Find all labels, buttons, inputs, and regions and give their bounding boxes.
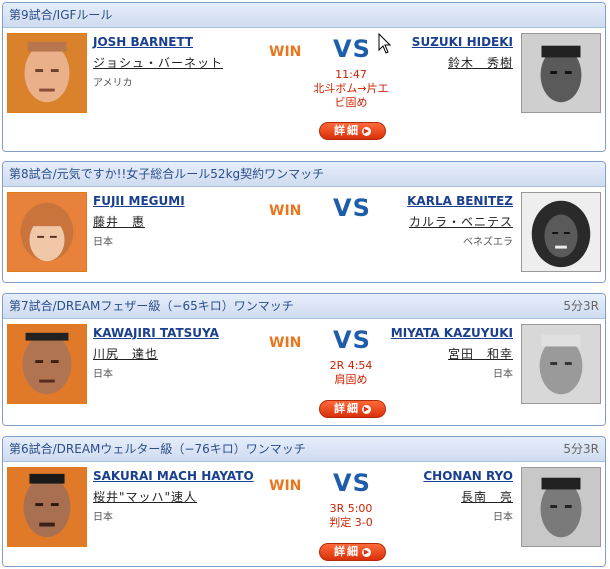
win-badge: WIN (269, 478, 302, 494)
detail-button[interactable]: 詳細 ▶ (319, 400, 386, 418)
fighter-name-en-left[interactable]: KAWAJIRI TATSUYA (93, 326, 219, 340)
match-body: FUJII MEGUMI 藤井 惠 日本 WIN VS KARLA BENITE… (3, 187, 605, 282)
fighter-name-jp-right[interactable]: 宮田 和幸 (448, 345, 513, 362)
fighter-photo-right[interactable] (521, 33, 601, 113)
vs-label: VS (333, 469, 371, 497)
result-method: 肩固め (334, 373, 368, 386)
match-rules: 5分3R (563, 442, 599, 456)
match-card: 第8試合/元気ですか!!女子総合ルール52kg契約ワンマッチ FUJII MEG… (2, 161, 606, 283)
vs-label: VS (333, 326, 371, 354)
result-method-cont: ビ固め (334, 96, 368, 109)
fighter-name-en-right[interactable]: MIYATA KAZUYUKI (391, 326, 513, 340)
fighter-name-jp-left[interactable]: 桜井"マッハ"速人 (93, 488, 197, 505)
fighter-name-jp-right[interactable]: 長南 亮 (461, 488, 513, 505)
fighter-photo-right[interactable] (521, 467, 601, 547)
fighter-country-left: アメリカ (93, 78, 133, 89)
match-title: 第8試合/元気ですか!!女子総合ルール52kg契約ワンマッチ (9, 167, 325, 181)
fighter-country-left: 日本 (93, 369, 113, 380)
vs-label: VS (333, 194, 371, 222)
result-time: 11:47 (335, 68, 367, 81)
arrow-right-icon: ▶ (362, 547, 371, 557)
fighter-country-right: 日本 (493, 369, 513, 380)
fighter-name-jp-left[interactable]: 藤井 惠 (93, 213, 145, 230)
fighter-country-right: ベネズエラ (463, 237, 513, 248)
detail-button[interactable]: 詳細 ▶ (319, 543, 386, 561)
fighter-country-left: 日本 (93, 512, 113, 523)
fighter-name-jp-left[interactable]: 川尻 達也 (93, 345, 158, 362)
detail-label: 詳細 (334, 545, 360, 558)
match-body: SAKURAI MACH HAYATO 桜井"マッハ"速人 日本 WIN VS … (3, 462, 605, 566)
win-badge: WIN (269, 203, 302, 219)
detail-button[interactable]: 詳細 ▶ (319, 122, 386, 140)
fighter-name-en-left[interactable]: FUJII MEGUMI (93, 194, 185, 208)
detail-label: 詳細 (334, 124, 360, 137)
fighter-name-en-right[interactable]: SUZUKI HIDEKI (412, 35, 513, 49)
result-method: 北斗ボム→片エ (313, 82, 389, 95)
match-card: 第6試合/DREAMウェルター級（−76キロ）ワンマッチ 5分3R SAKURA… (2, 436, 606, 567)
result-time: 2R 4:54 (329, 359, 373, 372)
match-result: 3R 5:00 判定 3-0 (303, 502, 399, 530)
fighter-name-jp-right[interactable]: カルラ・ベニテス (409, 213, 513, 230)
detail-label: 詳細 (334, 402, 360, 415)
win-badge: WIN (269, 44, 302, 60)
match-card: 第7試合/DREAMフェザー級（−65キロ）ワンマッチ 5分3R KAWAJIR… (2, 293, 606, 426)
fighter-photo-right[interactable] (521, 192, 601, 272)
arrow-right-icon: ▶ (362, 126, 371, 136)
fighter-name-jp-left[interactable]: ジョシュ・バーネット (93, 54, 223, 71)
match-body: JOSH BARNETT ジョシュ・バーネット アメリカ WIN VS 11:4… (3, 28, 605, 151)
fighter-photo-right[interactable] (521, 324, 601, 404)
match-body: KAWAJIRI TATSUYA 川尻 達也 日本 WIN VS 2R 4:54… (3, 319, 605, 425)
match-title: 第6試合/DREAMウェルター級（−76キロ）ワンマッチ (9, 442, 306, 456)
vs-label: VS (333, 35, 371, 63)
fighter-country-right: 日本 (493, 512, 513, 523)
fighter-photo-left[interactable] (7, 192, 87, 272)
match-header: 第9試合/IGFルール (3, 3, 605, 28)
result-time: 3R 5:00 (329, 502, 373, 515)
fighter-photo-left[interactable] (7, 467, 87, 547)
match-result: 11:47 北斗ボム→片エ ビ固め (303, 68, 399, 110)
match-result: 2R 4:54 肩固め (303, 359, 399, 387)
match-header: 第7試合/DREAMフェザー級（−65キロ）ワンマッチ 5分3R (3, 294, 605, 319)
win-badge: WIN (269, 335, 302, 351)
fighter-name-en-left[interactable]: JOSH BARNETT (93, 35, 193, 49)
match-rules: 5分3R (563, 299, 599, 313)
match-card: 第9試合/IGFルール JOSH BARNETT ジョシュ・バーネット アメリカ… (2, 2, 606, 152)
fighter-name-en-left[interactable]: SAKURAI MACH HAYATO (93, 469, 254, 483)
fighter-photo-left[interactable] (7, 324, 87, 404)
match-title: 第9試合/IGFルール (9, 8, 113, 22)
fighter-name-en-right[interactable]: KARLA BENITEZ (407, 194, 513, 208)
fighter-country-left: 日本 (93, 237, 113, 248)
match-header: 第6試合/DREAMウェルター級（−76キロ）ワンマッチ 5分3R (3, 437, 605, 462)
result-method: 判定 3-0 (329, 516, 373, 529)
mouse-cursor-icon (378, 33, 392, 54)
fighter-photo-left[interactable] (7, 33, 87, 113)
fighter-name-jp-right[interactable]: 鈴木 秀樹 (448, 54, 513, 71)
arrow-right-icon: ▶ (362, 404, 371, 414)
match-header: 第8試合/元気ですか!!女子総合ルール52kg契約ワンマッチ (3, 162, 605, 187)
fighter-name-en-right[interactable]: CHONAN RYO (423, 469, 513, 483)
match-title: 第7試合/DREAMフェザー級（−65キロ）ワンマッチ (9, 299, 294, 313)
